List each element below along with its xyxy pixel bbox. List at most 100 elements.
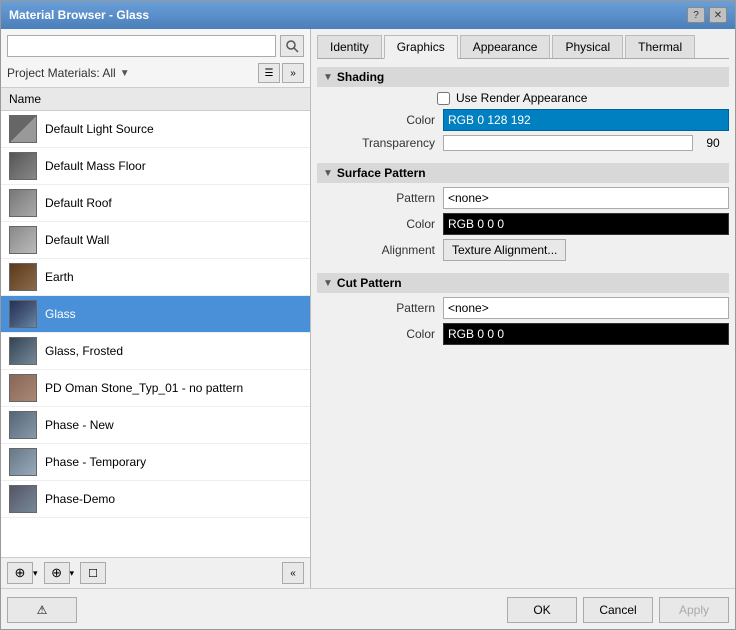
surface-color-label: Color: [333, 217, 443, 231]
use-render-row: Use Render Appearance: [437, 91, 729, 105]
shading-section: ▼ Shading Use Render Appearance Color RG…: [317, 67, 729, 155]
surface-color-text: RGB 0 0 0: [448, 217, 504, 231]
alignment-row: Alignment Texture Alignment...: [333, 239, 729, 261]
collapse-button[interactable]: «: [282, 562, 304, 584]
cut-pattern-field[interactable]: <none>: [443, 297, 729, 319]
shading-header[interactable]: ▼ Shading: [317, 67, 729, 87]
material-name: Phase - New: [45, 418, 114, 432]
color-label: Color: [333, 113, 443, 127]
cut-color-row: Color RGB 0 0 0: [333, 323, 729, 345]
surface-pattern-field[interactable]: <none>: [443, 187, 729, 209]
surface-color-swatch[interactable]: RGB 0 0 0: [443, 213, 729, 235]
list-item-selected[interactable]: Glass: [1, 296, 310, 333]
name-column-header: Name: [9, 92, 41, 106]
use-render-label: Use Render Appearance: [456, 91, 587, 105]
tab-appearance[interactable]: Appearance: [460, 35, 551, 58]
tab-identity[interactable]: Identity: [317, 35, 382, 58]
expand-button[interactable]: »: [282, 63, 304, 83]
alignment-value: Texture Alignment...: [443, 239, 729, 261]
add-material-button[interactable]: ⊕: [7, 562, 33, 584]
material-name: Glass: [45, 307, 76, 321]
list-header: Name: [1, 88, 310, 111]
list-item[interactable]: Glass, Frosted: [1, 333, 310, 370]
tab-graphics[interactable]: Graphics: [384, 35, 458, 59]
search-button[interactable]: [280, 35, 304, 57]
help-button[interactable]: ?: [687, 7, 705, 23]
list-item[interactable]: Phase-Demo: [1, 481, 310, 518]
shading-color-text: RGB 0 128 192: [448, 113, 531, 127]
material-name: Default Wall: [45, 233, 109, 247]
right-panel: Identity Graphics Appearance Physical Th…: [311, 29, 735, 588]
material-icon: [9, 226, 37, 254]
material-name: PD Oman Stone_Typ_01 - no pattern: [45, 381, 243, 395]
color-row: Color RGB 0 128 192: [333, 109, 729, 131]
cancel-button[interactable]: Cancel: [583, 597, 653, 623]
cut-pattern-title: Cut Pattern: [337, 276, 402, 290]
transparency-slider[interactable]: [443, 135, 693, 151]
filter-label: Project Materials: All: [7, 66, 116, 80]
tab-bar: Identity Graphics Appearance Physical Th…: [317, 35, 729, 59]
search-icon: [285, 39, 299, 53]
surface-color-row: Color RGB 0 0 0: [333, 213, 729, 235]
material-icon: [9, 485, 37, 513]
material-name: Earth: [45, 270, 74, 284]
tab-physical[interactable]: Physical: [552, 35, 623, 58]
surface-pattern-value: <none>: [443, 187, 729, 209]
warning-icon: ⚠: [37, 603, 48, 617]
surface-arrow: ▼: [323, 168, 333, 179]
material-icon: [9, 115, 37, 143]
transparency-number: 90: [697, 136, 729, 150]
use-render-checkbox[interactable]: [437, 92, 450, 105]
search-input[interactable]: [7, 35, 276, 57]
material-name: Glass, Frosted: [45, 344, 123, 358]
cut-color-text: RGB 0 0 0: [448, 327, 504, 341]
bottom-toolbar: ⊕ ▾ ⊕ ▾ ☐ «: [1, 557, 310, 588]
cut-pattern-section: ▼ Cut Pattern Pattern <none> Color: [317, 273, 729, 349]
view-toggle-button[interactable]: ☰: [258, 63, 280, 83]
material-icon: [9, 448, 37, 476]
apply-button[interactable]: Apply: [659, 597, 729, 623]
duplicate-button[interactable]: ⊕: [44, 562, 70, 584]
warning-button[interactable]: ⚠: [7, 597, 77, 623]
material-name: Phase-Demo: [45, 492, 115, 506]
surface-pattern-row: Pattern <none>: [333, 187, 729, 209]
cut-pattern-header[interactable]: ▼ Cut Pattern: [317, 273, 729, 293]
list-item[interactable]: Default Light Source: [1, 111, 310, 148]
surface-color-value: RGB 0 0 0: [443, 213, 729, 235]
list-item[interactable]: PD Oman Stone_Typ_01 - no pattern: [1, 370, 310, 407]
material-name: Default Light Source: [45, 122, 154, 136]
material-name: Phase - Temporary: [45, 455, 146, 469]
tab-thermal[interactable]: Thermal: [625, 35, 695, 58]
cut-color-swatch[interactable]: RGB 0 0 0: [443, 323, 729, 345]
material-list[interactable]: Default Light Source Default Mass Floor …: [1, 111, 310, 557]
shading-color-swatch[interactable]: RGB 0 128 192: [443, 109, 729, 131]
transparency-label: Transparency: [333, 136, 443, 150]
material-icon: [9, 152, 37, 180]
title-bar: Material Browser - Glass ? ✕: [1, 1, 735, 29]
close-button[interactable]: ✕: [709, 7, 727, 23]
list-item[interactable]: Default Mass Floor: [1, 148, 310, 185]
cut-color-label: Color: [333, 327, 443, 341]
list-item[interactable]: Phase - Temporary: [1, 444, 310, 481]
list-item[interactable]: Phase - New: [1, 407, 310, 444]
ok-button[interactable]: OK: [507, 597, 577, 623]
material-icon: [9, 374, 37, 402]
footer-left: ⚠: [7, 597, 77, 623]
cut-color-value: RGB 0 0 0: [443, 323, 729, 345]
surface-pattern-header[interactable]: ▼ Surface Pattern: [317, 163, 729, 183]
shading-title: Shading: [337, 70, 384, 84]
add-dropdown-arrow: ▾: [33, 568, 38, 579]
surface-pattern-section: ▼ Surface Pattern Pattern <none> Color: [317, 163, 729, 265]
color-value: RGB 0 128 192: [443, 109, 729, 131]
delete-button[interactable]: ☐: [80, 562, 106, 584]
material-icon: [9, 189, 37, 217]
list-item[interactable]: Earth: [1, 259, 310, 296]
texture-alignment-button[interactable]: Texture Alignment...: [443, 239, 566, 261]
title-bar-buttons: ? ✕: [687, 7, 727, 23]
cut-pattern-value: <none>: [443, 297, 729, 319]
surface-pattern-text: <none>: [448, 191, 489, 205]
list-item[interactable]: Default Wall: [1, 222, 310, 259]
material-icon: [9, 263, 37, 291]
material-browser-window: Material Browser - Glass ? ✕ Project Ma: [0, 0, 736, 630]
list-item[interactable]: Default Roof: [1, 185, 310, 222]
